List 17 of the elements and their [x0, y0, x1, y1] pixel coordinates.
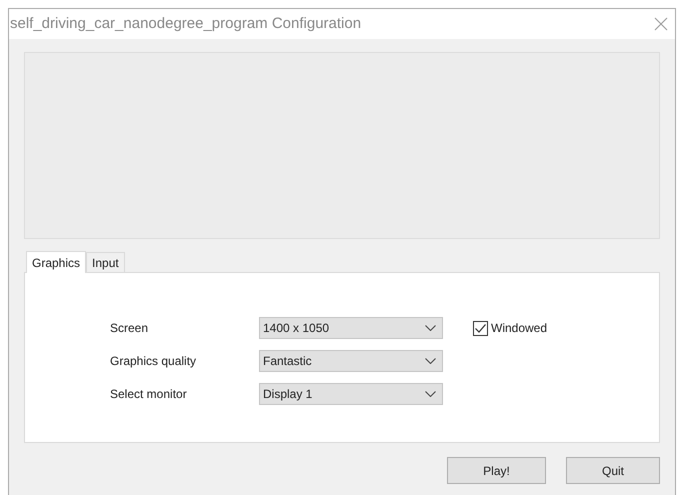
chevron-down-icon [425, 391, 436, 397]
chevron-down-icon [425, 325, 436, 331]
setting-label: Select monitor [110, 386, 188, 403]
chevron-down-icon [425, 358, 436, 364]
close-icon[interactable] [653, 16, 669, 32]
dropdown[interactable]: Display 1 [259, 383, 443, 405]
window-title: self_driving_car_nanodegree_program Configuration [10, 14, 362, 34]
setting-label: Graphics quality [110, 353, 198, 370]
checkbox[interactable] [473, 320, 488, 336]
tab[interactable]: Input [86, 252, 125, 272]
dropdown[interactable]: 1400 x 1050 [259, 317, 443, 339]
play-button[interactable]: Play! [447, 457, 546, 484]
dropdown[interactable]: Fantastic [259, 350, 443, 372]
setting-label: Screen [110, 320, 150, 337]
checkbox-label: Windowed [491, 320, 548, 337]
tab[interactable]: Graphics [26, 251, 86, 273]
quit-button[interactable]: Quit [566, 457, 660, 484]
